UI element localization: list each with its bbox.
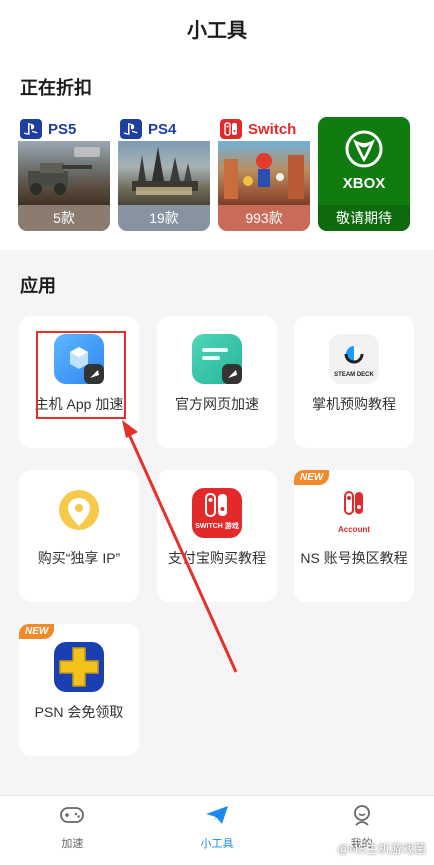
annotation-arrow	[122, 420, 238, 673]
gamepad-icon	[59, 804, 85, 829]
watermark: @NS主机游戏菌	[337, 842, 426, 856]
tab-label: 小工具	[200, 838, 234, 850]
tab-label: 加速	[61, 838, 84, 850]
profile-icon	[349, 804, 375, 829]
tab-accelerate[interactable]: 加速	[0, 796, 145, 865]
tab-tools[interactable]: 小工具	[145, 796, 290, 865]
paper-plane-icon	[204, 804, 230, 829]
